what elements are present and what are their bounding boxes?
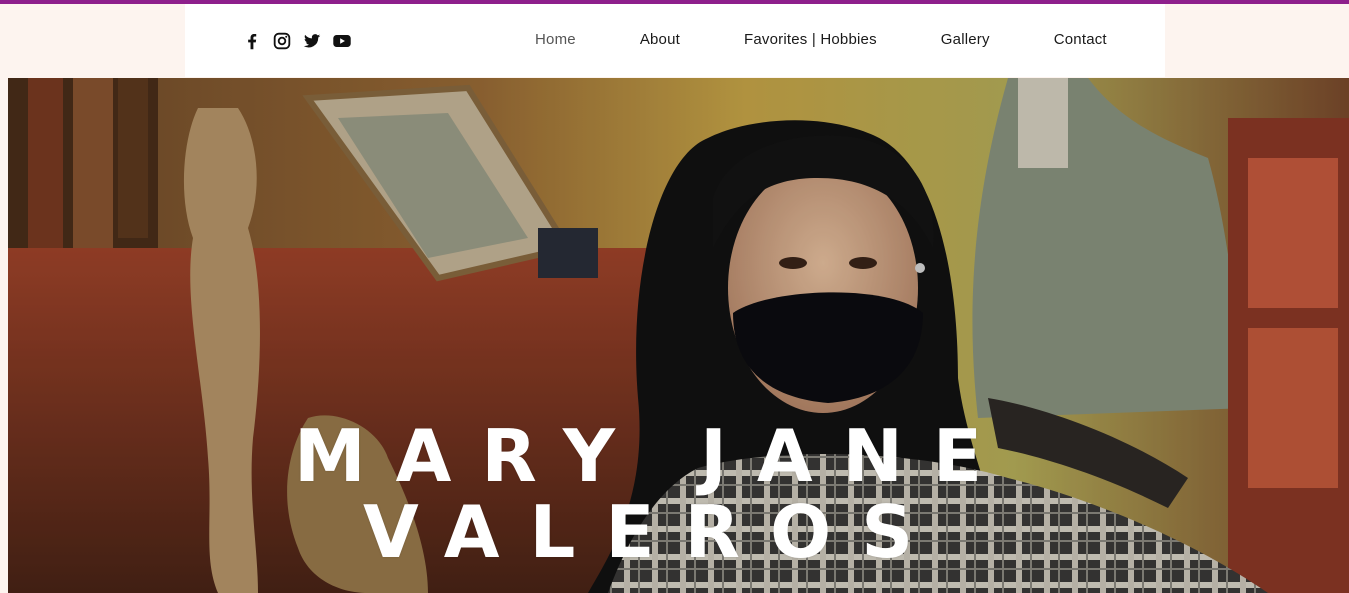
facebook-link[interactable] [241, 30, 263, 52]
nav-gallery[interactable]: Gallery [941, 31, 990, 48]
facebook-icon [248, 33, 257, 50]
social-bar [241, 30, 353, 52]
twitter-icon [303, 34, 321, 48]
page: Home About Favorites | Hobbies Gallery C… [0, 0, 1349, 593]
nav-contact[interactable]: Contact [1054, 31, 1107, 48]
youtube-link[interactable] [331, 30, 353, 52]
hero-title-line2: VALEROS [362, 490, 944, 574]
hero-title-line1: MARY JANE [293, 414, 1013, 498]
hero-left-margin [0, 78, 8, 593]
nav-home[interactable]: Home [535, 31, 576, 48]
twitter-link[interactable] [301, 30, 323, 52]
youtube-icon [333, 35, 351, 47]
nav-about[interactable]: About [640, 31, 680, 48]
hero-title: MARY JANE VALEROS [8, 418, 1298, 570]
instagram-link[interactable] [271, 30, 293, 52]
main-nav: Home About Favorites | Hobbies Gallery C… [535, 31, 1107, 48]
hero-section: MARY JANE VALEROS [8, 78, 1349, 593]
instagram-icon [273, 32, 291, 50]
nav-favorites-hobbies[interactable]: Favorites | Hobbies [744, 31, 877, 48]
site-header: Home About Favorites | Hobbies Gallery C… [185, 4, 1165, 77]
